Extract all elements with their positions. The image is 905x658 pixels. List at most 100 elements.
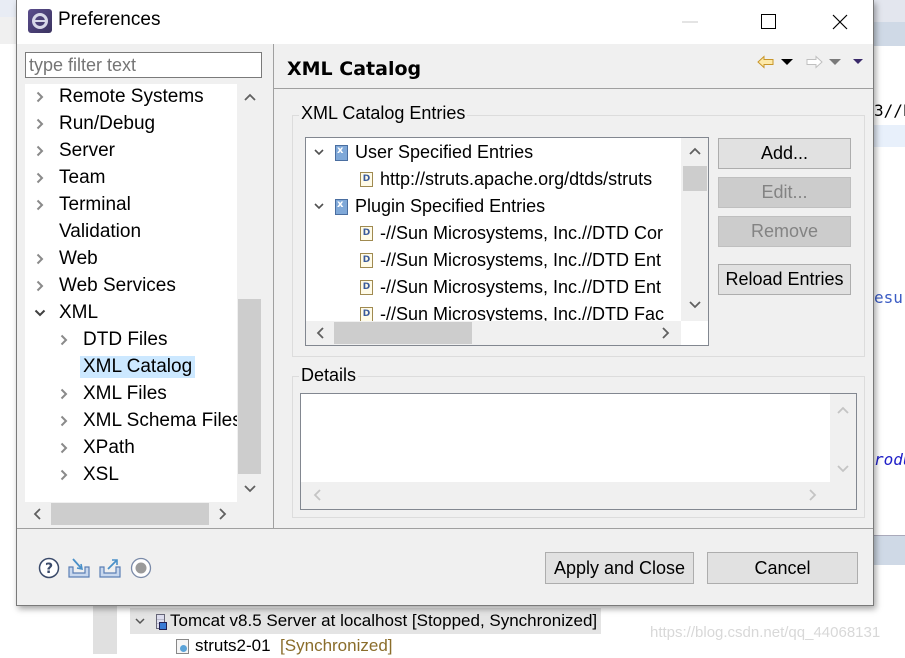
chevron-right-icon[interactable] [33, 171, 47, 185]
catalog-category-row[interactable]: User Specified Entries [312, 139, 533, 165]
chevron-right-icon[interactable] [33, 198, 47, 212]
tree-item[interactable]: XML [33, 300, 101, 326]
tree-item[interactable]: Terminal [33, 192, 134, 218]
window-title: Preferences [58, 9, 161, 30]
chevron-right-icon[interactable] [57, 333, 71, 347]
chevron-right-icon [662, 327, 670, 339]
chevron-left-icon [313, 489, 321, 501]
server-row-selection: Tomcat v8.5 Server at localhost [Stopped… [130, 608, 602, 634]
import-button[interactable] [67, 556, 91, 580]
close-button[interactable] [817, 0, 863, 44]
scroll-down-button[interactable] [831, 458, 855, 480]
chevron-right-icon[interactable] [57, 414, 71, 428]
scroll-right-button[interactable] [801, 484, 825, 506]
chevron-right-icon[interactable] [33, 90, 47, 104]
apply-and-close-button[interactable]: Apply and Close [545, 552, 694, 584]
details-vertical-scrollbar[interactable] [830, 394, 856, 509]
tree-item[interactable]: XML Catalog [57, 354, 196, 380]
sash-divider[interactable] [273, 44, 274, 528]
reload-entries-button[interactable]: Reload Entries [718, 264, 851, 295]
tree-horizontal-scrollbar[interactable] [25, 502, 262, 526]
scroll-up-button[interactable] [831, 399, 855, 421]
project-icon [175, 638, 189, 654]
tree-item[interactable]: Run/Debug [33, 111, 158, 137]
entries-horizontal-scrollbar[interactable] [306, 321, 681, 345]
catalog-entry-row[interactable]: Dhttp://struts.apache.org/dtds/struts [360, 166, 652, 192]
back-arrow-icon[interactable] [757, 55, 775, 69]
tree-item[interactable]: Server [33, 138, 118, 164]
chevron-right-icon[interactable] [33, 117, 47, 131]
ide-toolbar-strip [0, 17, 17, 44]
cancel-button[interactable]: Cancel [707, 552, 858, 584]
server-row[interactable]: Tomcat v8.5 Server at localhost [Stopped… [130, 608, 602, 634]
tree-item[interactable]: Team [33, 165, 108, 191]
chevron-right-icon[interactable] [33, 279, 47, 293]
catalog-entry-row[interactable]: D -//Sun Microsystems, Inc.//DTD Ent [360, 274, 661, 300]
tree-item[interactable]: Validation [33, 219, 144, 245]
tree-vertical-scrollbar[interactable] [237, 84, 262, 502]
scroll-right-button[interactable] [654, 322, 678, 344]
tree-item-label: XML Files [83, 383, 167, 404]
chevron-down-icon[interactable] [312, 199, 326, 213]
scrollbar-thumb[interactable] [238, 299, 261, 474]
remove-button[interactable]: Remove [718, 216, 851, 247]
chevron-right-icon[interactable] [57, 468, 71, 482]
dtd-file-icon: D [360, 279, 373, 295]
title-bar[interactable]: Preferences [17, 0, 873, 44]
catalog-entry-row[interactable]: D -//Sun Microsystems, Inc.//DTD Ent [360, 247, 661, 273]
chevron-right-icon [219, 508, 227, 520]
filter-input[interactable] [25, 52, 262, 78]
details-horizontal-scrollbar[interactable] [301, 482, 830, 509]
export-icon [99, 559, 121, 578]
scrollbar-thumb[interactable] [683, 166, 707, 191]
chevron-right-icon[interactable] [57, 441, 71, 455]
view-menu-icon[interactable] [853, 58, 863, 66]
tree-item[interactable]: XML Schema Files [57, 408, 245, 434]
scroll-left-button[interactable] [305, 484, 329, 506]
chevron-right-icon[interactable] [33, 144, 47, 158]
scrollbar-thumb[interactable] [334, 322, 472, 344]
scroll-left-button[interactable] [25, 503, 49, 525]
scrollbar-thumb[interactable] [51, 503, 209, 525]
tree-item[interactable]: XPath [57, 435, 138, 461]
forward-arrow-icon[interactable] [805, 55, 823, 69]
entries-vertical-scrollbar[interactable] [681, 138, 708, 321]
scroll-up-button[interactable] [683, 140, 707, 162]
record-button[interactable] [129, 556, 153, 580]
project-row[interactable]: struts2-01 [Synchronized] [175, 634, 393, 658]
chevron-down-icon[interactable] [135, 616, 145, 626]
chevron-right-icon[interactable] [57, 387, 71, 401]
scroll-right-button[interactable] [211, 503, 235, 525]
scroll-down-button[interactable] [683, 294, 707, 316]
tree-item[interactable]: Web [33, 246, 101, 272]
add-button[interactable]: Add... [718, 138, 851, 169]
help-button[interactable]: ? [37, 556, 61, 580]
chevron-right-icon[interactable] [33, 252, 47, 266]
tree-item[interactable]: XSL [57, 462, 122, 488]
tree-item[interactable]: Remote Systems [33, 84, 207, 110]
tree-item-label: XML [59, 302, 99, 323]
preference-tree[interactable]: Remote Systems Run/Debug Server Team Termina… [25, 84, 262, 502]
export-button[interactable] [98, 556, 122, 580]
chevron-left-icon [33, 508, 41, 520]
catalog-entry-row[interactable]: D -//Sun Microsystems, Inc.//DTD Cor [360, 220, 663, 246]
tree-item[interactable]: Web Services [33, 273, 179, 299]
tree-item[interactable]: XML Files [57, 381, 170, 407]
maximize-button[interactable] [746, 0, 792, 44]
code-current-line [874, 125, 905, 147]
minimize-button[interactable] [667, 0, 713, 44]
details-text-area[interactable] [300, 393, 857, 510]
chevron-down-icon[interactable] [312, 145, 326, 159]
scroll-left-button[interactable] [308, 322, 332, 344]
scroll-up-button[interactable] [237, 86, 262, 108]
catalog-category-row[interactable]: Plugin Specified Entries [312, 193, 545, 219]
back-history-dropdown-icon[interactable] [781, 58, 793, 66]
forward-history-dropdown-icon[interactable] [829, 58, 841, 66]
chevron-down-icon[interactable] [33, 306, 47, 320]
catalog-entries-tree[interactable]: User Specified Entries Dhttp://struts.apa… [305, 137, 709, 346]
chevron-down-icon [689, 301, 701, 309]
edit-button[interactable]: Edit... [718, 177, 851, 208]
scroll-down-button[interactable] [237, 478, 262, 500]
tree-item[interactable]: DTD Files [57, 327, 170, 353]
